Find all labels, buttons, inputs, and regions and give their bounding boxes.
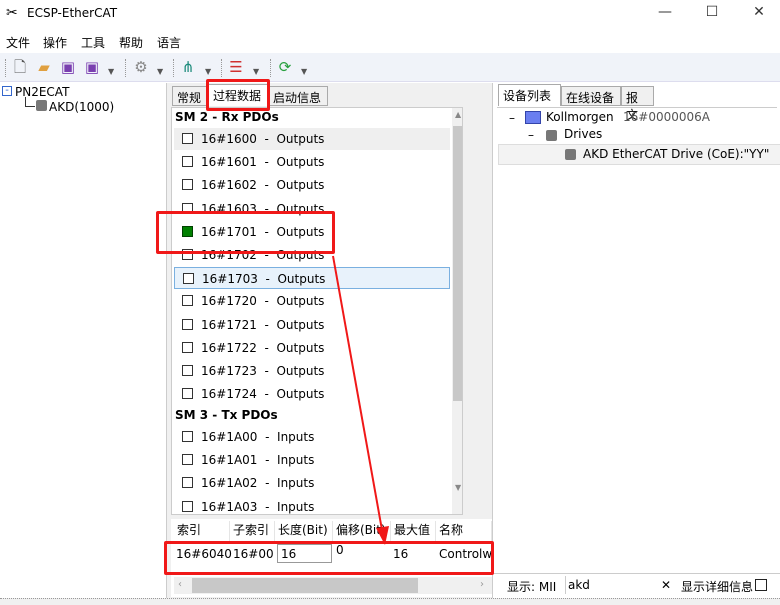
annotation-arrow [332,255,389,545]
